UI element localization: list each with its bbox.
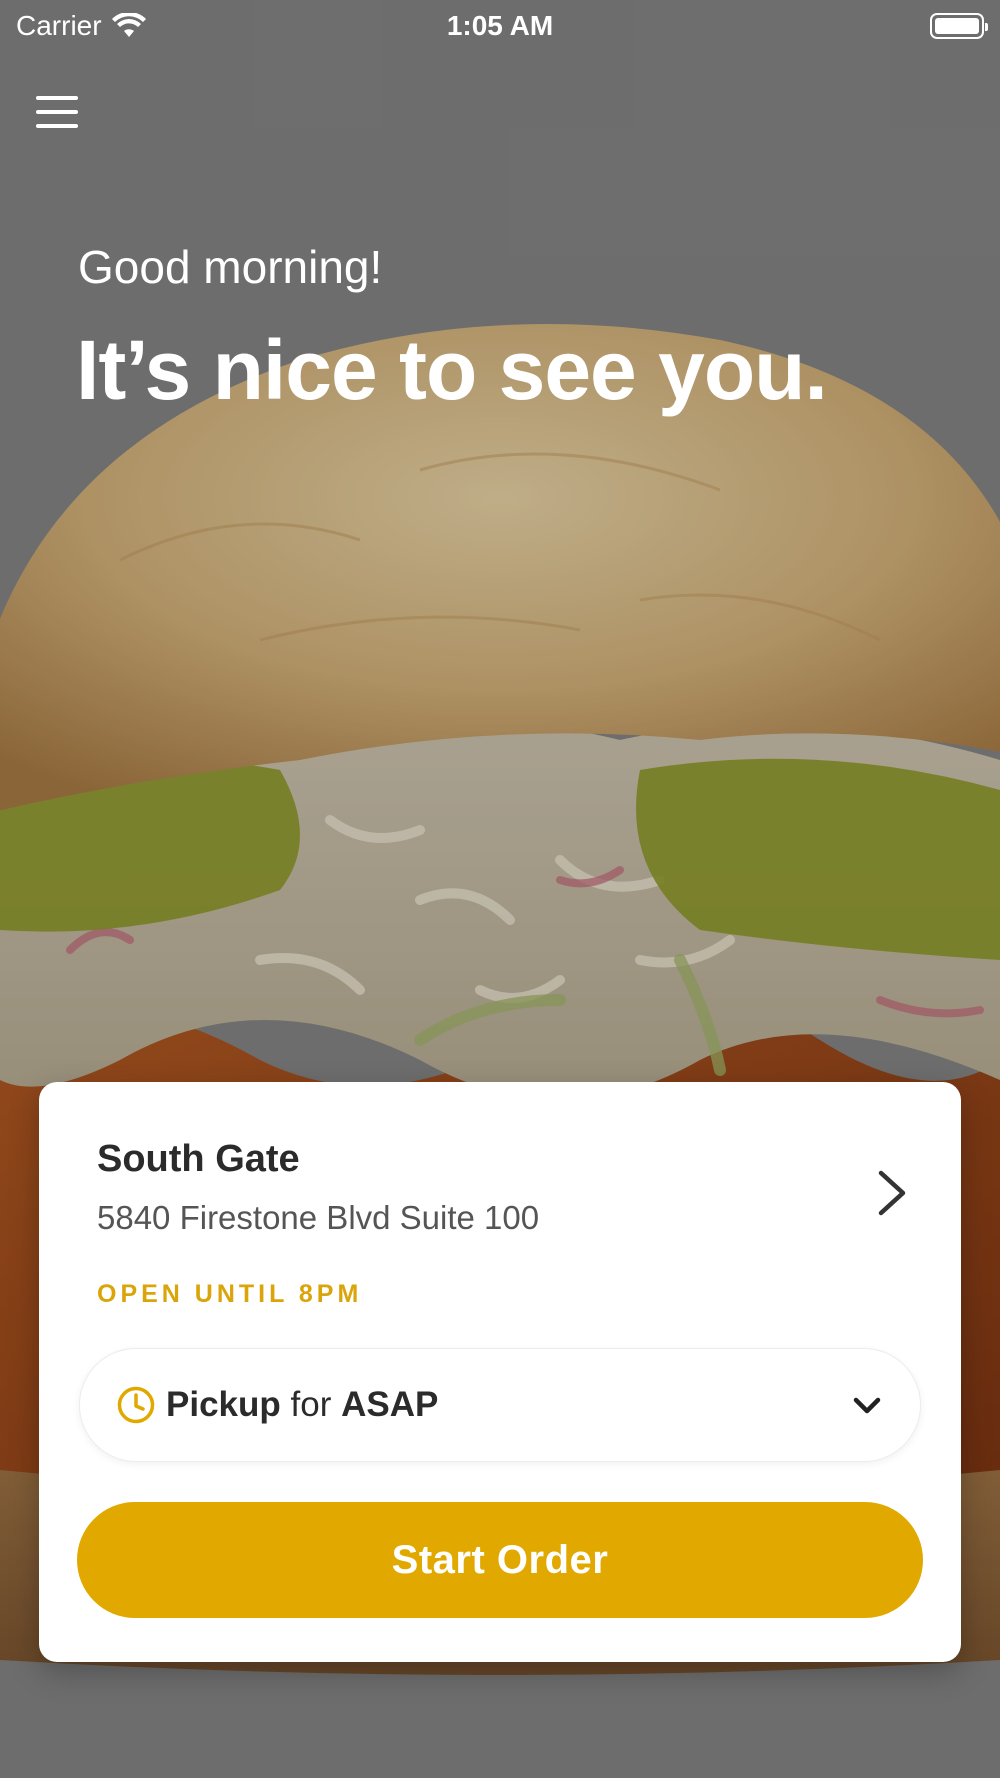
order-card: South Gate 5840 Firestone Blvd Suite 100…: [39, 1082, 961, 1662]
menu-line: [36, 110, 78, 114]
order-time: ASAP: [341, 1385, 439, 1424]
battery-icon: [930, 13, 988, 39]
store-hours: OPEN UNTIL 8PM: [97, 1280, 363, 1308]
pickup-time-select[interactable]: Pickup for ASAP: [79, 1348, 921, 1462]
status-time: 1:05 AM: [446, 10, 554, 41]
battery-level: [935, 18, 979, 34]
start-order-button[interactable]: Start Order: [77, 1502, 923, 1618]
chevron-down-icon: [853, 1397, 881, 1414]
hamburger-menu-icon[interactable]: [36, 92, 78, 132]
greeting-subtitle: Good morning!: [78, 241, 383, 293]
store-address: 5840 Firestone Blvd Suite 100: [97, 1199, 540, 1236]
greeting-title: It’s nice to see you.: [76, 323, 828, 417]
menu-line: [36, 96, 78, 100]
chevron-right-icon: [878, 1170, 906, 1216]
menu-line: [36, 124, 78, 128]
status-bar: Carrier 1:05 AM: [0, 0, 1000, 52]
pickup-summary: Pickup for ASAP: [166, 1385, 438, 1425]
order-connector: for: [290, 1385, 332, 1424]
order-mode: Pickup: [166, 1385, 281, 1424]
store-name: South Gate: [97, 1138, 300, 1180]
store-selector[interactable]: South Gate 5840 Firestone Blvd Suite 100: [97, 1138, 921, 1248]
clock-icon: [117, 1386, 155, 1424]
